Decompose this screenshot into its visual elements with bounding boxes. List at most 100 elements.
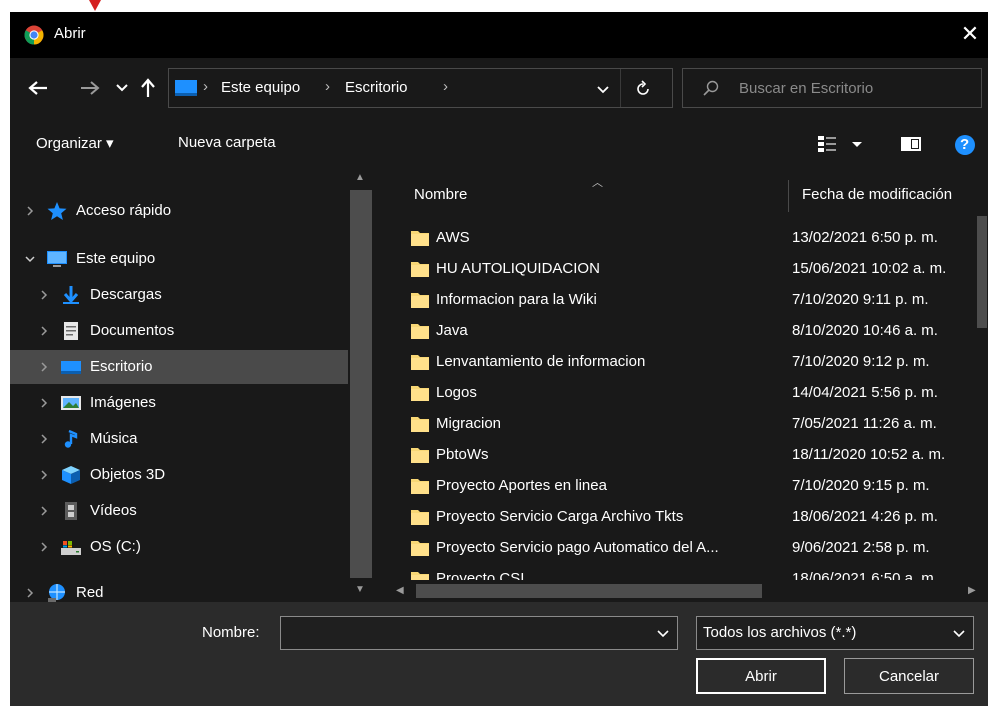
navigation-scrollbar[interactable]: ▲ ▼ [348, 168, 376, 602]
chevron-right-icon[interactable] [38, 541, 50, 553]
file-list: ︿ Nombre Fecha de modificación AWS 13/02/… [382, 168, 988, 602]
file-name: Logos [436, 384, 477, 401]
file-row[interactable]: PbtoWs 18/11/2020 10:52 a. m. [382, 439, 978, 470]
details-view-icon [818, 136, 862, 152]
address-divider [620, 69, 621, 107]
preview-pane-button[interactable] [900, 134, 922, 158]
nav-item-5[interactable]: Imágenes [10, 386, 348, 420]
file-row[interactable]: Migracion 7/05/2021 11:26 a. m. [382, 408, 978, 439]
chevron-right-icon[interactable] [38, 433, 50, 445]
filename-input[interactable] [287, 623, 647, 643]
search-box[interactable] [682, 68, 982, 108]
chevron-right-icon[interactable] [24, 587, 36, 599]
column-modified[interactable]: Fecha de modificación [802, 186, 952, 203]
nav-item-8[interactable]: Vídeos [10, 494, 348, 528]
chevron-down-icon[interactable] [653, 623, 673, 643]
nav-item-label: Objetos 3D [90, 466, 166, 483]
breadcrumb-separator: › [325, 78, 330, 95]
scroll-right-icon[interactable]: ▶ [968, 585, 976, 596]
folder-icon [411, 448, 429, 463]
chevron-right-icon[interactable] [38, 325, 50, 337]
nav-item-2[interactable]: Descargas [10, 278, 348, 312]
refresh-button[interactable] [629, 75, 657, 103]
file-row[interactable]: Lenvantamiento de informacion 7/10/2020 9… [382, 346, 978, 377]
scroll-down-icon[interactable]: ▼ [355, 584, 365, 595]
file-row[interactable]: Proyecto Servicio Carga Archivo Tkts 18/0… [382, 501, 978, 532]
dialog-footer: Nombre: Todos los archivos (*.*) Abrir C… [10, 602, 988, 706]
horizontal-scrollbar[interactable]: ◀ ▶ [382, 580, 988, 602]
column-divider[interactable] [788, 180, 789, 212]
scroll-up-icon[interactable]: ▲ [355, 172, 365, 183]
computer-icon [46, 249, 68, 269]
breadcrumb-escritorio[interactable]: Escritorio [345, 79, 408, 96]
close-button[interactable]: ✕ [956, 20, 984, 48]
back-button[interactable] [24, 74, 52, 102]
nav-item-10[interactable]: Red [10, 576, 348, 602]
file-row[interactable]: Java 8/10/2020 10:46 a. m. [382, 315, 978, 346]
nav-item-label: OS (C:) [90, 538, 141, 555]
cancel-button[interactable]: Cancelar [844, 658, 974, 694]
filename-combobox[interactable] [280, 616, 678, 650]
file-name: Informacion para la Wiki [436, 291, 597, 308]
chevron-right-icon[interactable] [38, 289, 50, 301]
file-name: PbtoWs [436, 446, 489, 463]
preview-pane-icon [901, 137, 921, 151]
arrow-up-icon [141, 78, 155, 97]
folder-icon [411, 417, 429, 432]
chevron-right-icon[interactable] [38, 397, 50, 409]
new-folder-button[interactable]: Nueva carpeta [178, 134, 276, 151]
chevron-down-icon [597, 86, 609, 94]
column-header: ︿ Nombre Fecha de modificación [382, 168, 988, 212]
chevron-right-icon[interactable] [38, 361, 50, 373]
file-name: Proyecto Servicio pago Automatico del A.… [436, 539, 719, 556]
nav-item-3[interactable]: Documentos [10, 314, 348, 348]
chrome-icon [24, 25, 44, 45]
network-icon [46, 583, 68, 602]
image-icon [60, 393, 82, 413]
chevron-down-icon[interactable] [24, 253, 36, 265]
scrollbar-thumb[interactable] [350, 190, 372, 578]
drive-icon [60, 537, 82, 557]
nav-item-label: Vídeos [90, 502, 137, 519]
forward-button[interactable] [76, 74, 104, 102]
organize-button[interactable]: Organizar ▾ [36, 134, 114, 152]
scrollbar-thumb[interactable] [416, 584, 762, 598]
nav-item-6[interactable]: Música [10, 422, 348, 456]
address-bar[interactable]: › Este equipo › Escritorio › [168, 68, 673, 108]
nav-item-1[interactable]: Este equipo [10, 242, 348, 276]
file-row[interactable]: Proyecto Servicio pago Automatico del A.… [382, 532, 978, 563]
file-type-select[interactable]: Todos los archivos (*.*) [696, 616, 974, 650]
nav-item-7[interactable]: Objetos 3D [10, 458, 348, 492]
file-modified-date: 7/10/2020 9:12 p. m. [792, 353, 930, 370]
file-modified-date: 7/10/2020 9:11 p. m. [792, 291, 929, 308]
help-button[interactable]: ? [954, 134, 976, 160]
view-options-button[interactable] [818, 134, 866, 158]
file-row[interactable]: Logos 14/04/2021 5:56 p. m. [382, 377, 978, 408]
folder-icon [411, 386, 429, 401]
folder-icon [411, 324, 429, 339]
address-dropdown-button[interactable] [589, 75, 617, 103]
nav-item-label: Acceso rápido [76, 202, 172, 219]
nav-item-9[interactable]: OS (C:) [10, 530, 348, 564]
file-modified-date: 7/10/2020 9:15 p. m. [792, 477, 930, 494]
nav-item-0[interactable]: Acceso rápido [10, 194, 348, 228]
file-row[interactable]: Proyecto Aportes en linea 7/10/2020 9:15 … [382, 470, 978, 501]
chevron-right-icon[interactable] [24, 205, 36, 217]
scroll-left-icon[interactable]: ◀ [396, 585, 404, 596]
chevron-right-icon[interactable] [38, 505, 50, 517]
search-icon [703, 80, 719, 96]
nav-item-4[interactable]: Escritorio [10, 350, 348, 384]
search-input[interactable] [739, 78, 969, 98]
chevron-down-icon [953, 630, 965, 638]
up-button[interactable] [134, 74, 162, 102]
breadcrumb-este-equipo[interactable]: Este equipo [221, 79, 300, 96]
recent-locations-button[interactable] [108, 74, 136, 102]
scrollbar-thumb[interactable] [977, 216, 987, 328]
column-name[interactable]: Nombre [414, 186, 467, 203]
file-row[interactable]: Informacion para la Wiki 7/10/2020 9:11 p… [382, 284, 978, 315]
open-button[interactable]: Abrir [696, 658, 826, 694]
file-modified-date: 18/11/2020 10:52 a. m. [792, 446, 946, 463]
file-row[interactable]: AWS 13/02/2021 6:50 p. m. [382, 222, 978, 253]
chevron-right-icon[interactable] [38, 469, 50, 481]
file-row[interactable]: HU AUTOLIQUIDACION 15/06/2021 10:02 a. m. [382, 253, 978, 284]
